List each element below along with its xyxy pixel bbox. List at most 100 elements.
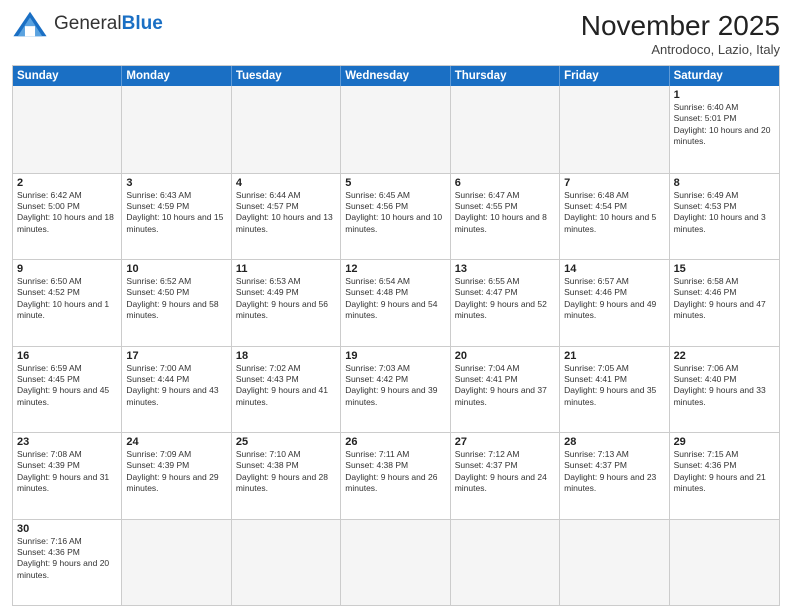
day-number: 27 [455, 436, 555, 448]
calendar-cell: 9Sunrise: 6:50 AM Sunset: 4:52 PM Daylig… [13, 260, 122, 346]
day-number: 7 [564, 177, 664, 189]
day-info: Sunrise: 6:57 AM Sunset: 4:46 PM Dayligh… [564, 276, 664, 322]
calendar-cell [232, 86, 341, 173]
calendar-cell: 23Sunrise: 7:08 AM Sunset: 4:39 PM Dayli… [13, 433, 122, 519]
header-day-saturday: Saturday [670, 66, 779, 86]
calendar-cell: 6Sunrise: 6:47 AM Sunset: 4:55 PM Daylig… [451, 174, 560, 260]
day-number: 8 [674, 177, 775, 189]
calendar-row: 9Sunrise: 6:50 AM Sunset: 4:52 PM Daylig… [13, 259, 779, 346]
day-number: 4 [236, 177, 336, 189]
day-number: 5 [345, 177, 445, 189]
day-number: 21 [564, 350, 664, 362]
day-info: Sunrise: 6:47 AM Sunset: 4:55 PM Dayligh… [455, 190, 555, 236]
day-number: 1 [674, 89, 775, 101]
calendar-cell: 4Sunrise: 6:44 AM Sunset: 4:57 PM Daylig… [232, 174, 341, 260]
day-info: Sunrise: 6:59 AM Sunset: 4:45 PM Dayligh… [17, 363, 117, 409]
calendar-row: 30Sunrise: 7:16 AM Sunset: 4:36 PM Dayli… [13, 519, 779, 606]
day-number: 10 [126, 263, 226, 275]
calendar-cell: 2Sunrise: 6:42 AM Sunset: 5:00 PM Daylig… [13, 174, 122, 260]
calendar-cell [560, 86, 669, 173]
day-number: 24 [126, 436, 226, 448]
calendar-cell [451, 86, 560, 173]
header-day-thursday: Thursday [451, 66, 560, 86]
day-info: Sunrise: 7:16 AM Sunset: 4:36 PM Dayligh… [17, 536, 117, 582]
day-number: 19 [345, 350, 445, 362]
calendar-cell: 7Sunrise: 6:48 AM Sunset: 4:54 PM Daylig… [560, 174, 669, 260]
day-info: Sunrise: 6:50 AM Sunset: 4:52 PM Dayligh… [17, 276, 117, 322]
page: GeneralBlue November 2025 Antrodoco, Laz… [0, 0, 792, 612]
day-number: 6 [455, 177, 555, 189]
calendar-cell [122, 86, 231, 173]
calendar-cell: 14Sunrise: 6:57 AM Sunset: 4:46 PM Dayli… [560, 260, 669, 346]
calendar-cell [341, 86, 450, 173]
day-number: 12 [345, 263, 445, 275]
calendar-cell [122, 520, 231, 606]
calendar-cell: 26Sunrise: 7:11 AM Sunset: 4:38 PM Dayli… [341, 433, 450, 519]
day-number: 28 [564, 436, 664, 448]
day-number: 2 [17, 177, 117, 189]
day-info: Sunrise: 7:13 AM Sunset: 4:37 PM Dayligh… [564, 449, 664, 495]
day-info: Sunrise: 6:54 AM Sunset: 4:48 PM Dayligh… [345, 276, 445, 322]
subtitle: Antrodoco, Lazio, Italy [581, 42, 780, 57]
calendar-cell: 19Sunrise: 7:03 AM Sunset: 4:42 PM Dayli… [341, 347, 450, 433]
header-day-sunday: Sunday [13, 66, 122, 86]
calendar-cell: 11Sunrise: 6:53 AM Sunset: 4:49 PM Dayli… [232, 260, 341, 346]
day-info: Sunrise: 6:49 AM Sunset: 4:53 PM Dayligh… [674, 190, 775, 236]
day-info: Sunrise: 6:53 AM Sunset: 4:49 PM Dayligh… [236, 276, 336, 322]
calendar-cell: 24Sunrise: 7:09 AM Sunset: 4:39 PM Dayli… [122, 433, 231, 519]
calendar-cell: 25Sunrise: 7:10 AM Sunset: 4:38 PM Dayli… [232, 433, 341, 519]
day-info: Sunrise: 7:11 AM Sunset: 4:38 PM Dayligh… [345, 449, 445, 495]
day-number: 9 [17, 263, 117, 275]
day-info: Sunrise: 7:00 AM Sunset: 4:44 PM Dayligh… [126, 363, 226, 409]
calendar-cell: 16Sunrise: 6:59 AM Sunset: 4:45 PM Dayli… [13, 347, 122, 433]
calendar-cell: 28Sunrise: 7:13 AM Sunset: 4:37 PM Dayli… [560, 433, 669, 519]
calendar-row: 2Sunrise: 6:42 AM Sunset: 5:00 PM Daylig… [13, 173, 779, 260]
day-number: 17 [126, 350, 226, 362]
header-day-monday: Monday [122, 66, 231, 86]
day-info: Sunrise: 6:58 AM Sunset: 4:46 PM Dayligh… [674, 276, 775, 322]
header: GeneralBlue November 2025 Antrodoco, Laz… [12, 10, 780, 57]
day-info: Sunrise: 7:04 AM Sunset: 4:41 PM Dayligh… [455, 363, 555, 409]
calendar-cell: 22Sunrise: 7:06 AM Sunset: 4:40 PM Dayli… [670, 347, 779, 433]
calendar-row: 16Sunrise: 6:59 AM Sunset: 4:45 PM Dayli… [13, 346, 779, 433]
day-info: Sunrise: 7:02 AM Sunset: 4:43 PM Dayligh… [236, 363, 336, 409]
day-info: Sunrise: 6:43 AM Sunset: 4:59 PM Dayligh… [126, 190, 226, 236]
day-info: Sunrise: 7:08 AM Sunset: 4:39 PM Dayligh… [17, 449, 117, 495]
day-info: Sunrise: 6:45 AM Sunset: 4:56 PM Dayligh… [345, 190, 445, 236]
calendar-body: 1Sunrise: 6:40 AM Sunset: 5:01 PM Daylig… [13, 86, 779, 605]
day-number: 26 [345, 436, 445, 448]
title-block: November 2025 Antrodoco, Lazio, Italy [581, 10, 780, 57]
day-info: Sunrise: 6:40 AM Sunset: 5:01 PM Dayligh… [674, 102, 775, 148]
calendar-cell: 5Sunrise: 6:45 AM Sunset: 4:56 PM Daylig… [341, 174, 450, 260]
logo: GeneralBlue [12, 10, 163, 38]
header-day-friday: Friday [560, 66, 669, 86]
day-number: 15 [674, 263, 775, 275]
day-info: Sunrise: 6:44 AM Sunset: 4:57 PM Dayligh… [236, 190, 336, 236]
day-number: 13 [455, 263, 555, 275]
day-number: 23 [17, 436, 117, 448]
logo-icon [12, 10, 48, 38]
calendar-cell [232, 520, 341, 606]
day-number: 29 [674, 436, 775, 448]
day-info: Sunrise: 7:05 AM Sunset: 4:41 PM Dayligh… [564, 363, 664, 409]
logo-text: GeneralBlue [54, 13, 163, 35]
day-info: Sunrise: 6:48 AM Sunset: 4:54 PM Dayligh… [564, 190, 664, 236]
day-info: Sunrise: 7:10 AM Sunset: 4:38 PM Dayligh… [236, 449, 336, 495]
day-info: Sunrise: 7:03 AM Sunset: 4:42 PM Dayligh… [345, 363, 445, 409]
day-number: 11 [236, 263, 336, 275]
calendar-cell: 13Sunrise: 6:55 AM Sunset: 4:47 PM Dayli… [451, 260, 560, 346]
calendar-cell: 15Sunrise: 6:58 AM Sunset: 4:46 PM Dayli… [670, 260, 779, 346]
calendar-cell: 30Sunrise: 7:16 AM Sunset: 4:36 PM Dayli… [13, 520, 122, 606]
calendar-cell: 3Sunrise: 6:43 AM Sunset: 4:59 PM Daylig… [122, 174, 231, 260]
calendar-cell: 12Sunrise: 6:54 AM Sunset: 4:48 PM Dayli… [341, 260, 450, 346]
day-number: 16 [17, 350, 117, 362]
calendar-cell [670, 520, 779, 606]
day-number: 25 [236, 436, 336, 448]
calendar-cell: 18Sunrise: 7:02 AM Sunset: 4:43 PM Dayli… [232, 347, 341, 433]
day-number: 30 [17, 523, 117, 535]
calendar-cell: 20Sunrise: 7:04 AM Sunset: 4:41 PM Dayli… [451, 347, 560, 433]
day-number: 20 [455, 350, 555, 362]
header-day-wednesday: Wednesday [341, 66, 450, 86]
calendar: SundayMondayTuesdayWednesdayThursdayFrid… [12, 65, 780, 606]
calendar-row: 23Sunrise: 7:08 AM Sunset: 4:39 PM Dayli… [13, 432, 779, 519]
